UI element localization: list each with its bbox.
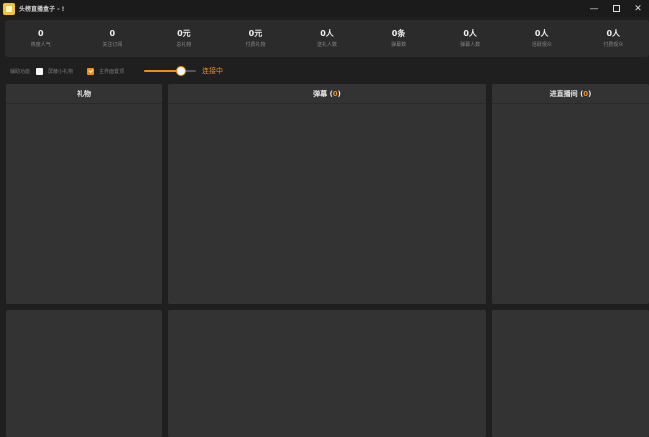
stat-label: 弹幕人数	[460, 41, 481, 48]
stat-value: 0人	[606, 28, 621, 38]
opacity-slider[interactable]	[144, 66, 197, 76]
enter-room-panel[interactable]: 进直播间 (0)	[492, 84, 649, 304]
stat-value: 0人	[534, 28, 549, 38]
stat-label: 关注订阅	[102, 41, 123, 48]
enter-room-panel-title: 进直播间	[549, 89, 578, 98]
close-icon: ✕	[634, 3, 642, 14]
stat-value: 0条	[391, 28, 406, 38]
stats-bar: 0 热度人气 0 关注订阅 0元 总礼物 0元 付费礼物 0人 送礼人数 0条 …	[5, 20, 649, 57]
minimize-icon: —	[589, 3, 599, 14]
anchor-top-label[interactable]: 主界面置顶	[99, 68, 124, 75]
app-window: 头榜直播盒子 - ! — ✕ 0 热度人气 0 关注订阅 0元 总礼物 0元 付…	[0, 0, 649, 437]
gifts-panel-header: 礼物	[6, 84, 162, 104]
minimize-button[interactable]: —	[583, 0, 605, 17]
window-title: 头榜直播盒子 - !	[19, 6, 65, 13]
gifts-panel[interactable]: 礼物	[6, 84, 162, 304]
stat-label: 付费礼物	[245, 41, 266, 48]
window-controls: — ✕	[583, 0, 649, 17]
maximize-button[interactable]	[605, 0, 627, 17]
stat-value: 0元	[248, 28, 263, 38]
stat-label: 送礼人数	[317, 41, 338, 48]
options-label: 辅助功能	[10, 68, 31, 75]
danmaku-panel-header: 弹幕 (0)	[168, 84, 486, 104]
danmaku-panel[interactable]: 弹幕 (0)	[168, 84, 486, 304]
stat-paid-gifts: 0元 付费礼物	[220, 20, 292, 57]
gifts-detail-panel[interactable]	[6, 310, 162, 437]
stat-danmaku-count: 0条 弹幕数	[363, 20, 435, 57]
slider-thumb[interactable]	[175, 66, 186, 76]
stat-popularity: 0 热度人气	[5, 20, 77, 57]
danmaku-count: 0	[332, 89, 338, 98]
options-row: 辅助功能 屏蔽小礼物 主界面置顶 连接中	[0, 62, 649, 80]
stat-danmaku-users: 0人 弹幕人数	[434, 20, 506, 57]
stat-value: 0人	[463, 28, 477, 38]
stat-follows: 0 关注订阅	[77, 20, 149, 57]
stat-active-viewers: 0人 活跃观众	[506, 20, 578, 57]
stat-paid-viewers: 0人 付费观众	[578, 20, 649, 57]
stat-label: 活跃观众	[531, 41, 552, 48]
anchor-top-checkbox[interactable]	[87, 67, 95, 75]
stat-value: 0人	[320, 28, 334, 38]
gifts-panel-title: 礼物	[77, 89, 91, 98]
title-bar[interactable]: 头榜直播盒子 - ! — ✕	[0, 0, 649, 17]
stat-total-gifts: 0元 总礼物	[148, 20, 220, 57]
app-logo-icon	[3, 2, 15, 15]
connection-status: 连接中	[202, 67, 224, 75]
filter-small-gift-checkbox[interactable]	[36, 67, 44, 75]
stat-label: 热度人气	[30, 41, 51, 48]
stat-label: 付费观众	[603, 41, 624, 48]
stat-value: 0元	[177, 28, 191, 38]
stat-value: 0	[109, 28, 116, 38]
stat-label: 弹幕数	[391, 41, 407, 48]
maximize-icon	[612, 5, 620, 12]
filter-small-gift-label[interactable]: 屏蔽小礼物	[48, 68, 73, 75]
danmaku-detail-panel[interactable]	[168, 310, 486, 437]
stat-gift-senders: 0人 送礼人数	[291, 20, 363, 57]
enter-room-panel-header: 进直播间 (0)	[492, 84, 649, 104]
enter-room-detail-panel[interactable]	[492, 310, 649, 437]
stat-label: 总礼物	[176, 41, 192, 48]
enter-room-count: 0	[583, 89, 589, 98]
danmaku-panel-title: 弹幕	[313, 89, 328, 98]
stat-value: 0	[37, 28, 44, 38]
close-button[interactable]: ✕	[627, 0, 649, 17]
